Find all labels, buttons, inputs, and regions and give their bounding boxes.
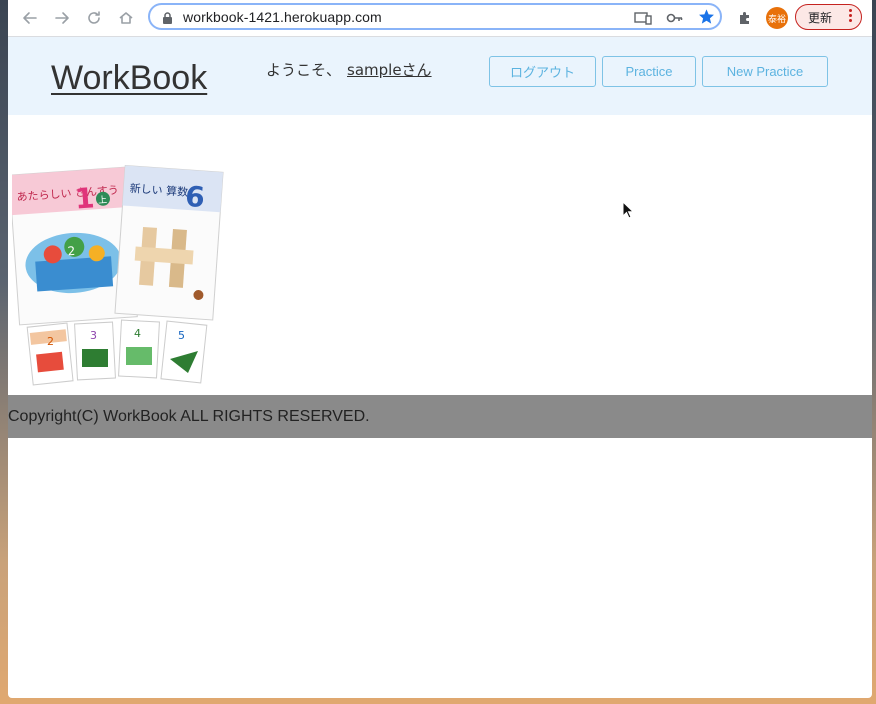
cover-2-number: 6 [184, 180, 206, 214]
password-key-icon[interactable] [666, 10, 684, 29]
user-name-link[interactable]: sampleさん [347, 61, 432, 79]
browser-toolbar: workbook-1421.herokuapp.com 泰裕 更新 [8, 0, 872, 37]
cast-device-icon[interactable] [634, 10, 652, 29]
home-icon[interactable] [116, 8, 136, 28]
cover-1-number: 1 [74, 181, 96, 215]
small-cover-2: 2 [47, 335, 54, 348]
lock-icon [162, 10, 173, 29]
url-text: workbook-1421.herokuapp.com [183, 9, 382, 25]
main-content: あたらしい さんすう 1 上 2 新しい 算数 6 2 3 4 5 [8, 115, 872, 395]
site-logo-link[interactable]: WorkBook [51, 59, 207, 98]
update-label: 更新 [808, 11, 833, 25]
browser-window: workbook-1421.herokuapp.com 泰裕 更新 WorkBo… [8, 0, 872, 698]
textbooks-image: あたらしい さんすう 1 上 2 新しい 算数 6 2 3 4 5 [8, 163, 224, 393]
small-cover-5: 5 [178, 329, 185, 342]
small-cover-3: 3 [90, 329, 97, 342]
site-footer: Copyright(C) WorkBook ALL RIGHTS RESERVE… [8, 395, 872, 438]
address-bar[interactable]: workbook-1421.herokuapp.com [148, 3, 722, 30]
kebab-menu-icon [849, 9, 852, 23]
forward-icon[interactable] [52, 8, 72, 28]
extensions-puzzle-icon[interactable] [735, 8, 755, 28]
welcome-message: ようこそ、 sampleさん [266, 59, 432, 80]
profile-avatar[interactable]: 泰裕 [766, 7, 788, 29]
site-header: WorkBook ようこそ、 sampleさん ログアウト Practice Ne… [8, 37, 872, 115]
logout-button[interactable]: ログアウト [489, 56, 596, 87]
practice-button[interactable]: Practice [602, 56, 696, 87]
small-cover-4: 4 [134, 327, 141, 340]
welcome-prefix: ようこそ、 [266, 61, 342, 79]
mouse-cursor-icon [622, 200, 635, 223]
cover-1-badge: 上 [98, 194, 108, 206]
svg-text:2: 2 [67, 244, 76, 258]
update-button[interactable]: 更新 [795, 4, 862, 30]
back-icon[interactable] [20, 8, 40, 28]
bookmark-star-icon[interactable] [698, 8, 715, 29]
copyright-text: Copyright(C) WorkBook ALL RIGHTS RESERVE… [8, 408, 370, 425]
new-practice-button[interactable]: New Practice [702, 56, 828, 87]
reload-icon[interactable] [84, 8, 104, 28]
